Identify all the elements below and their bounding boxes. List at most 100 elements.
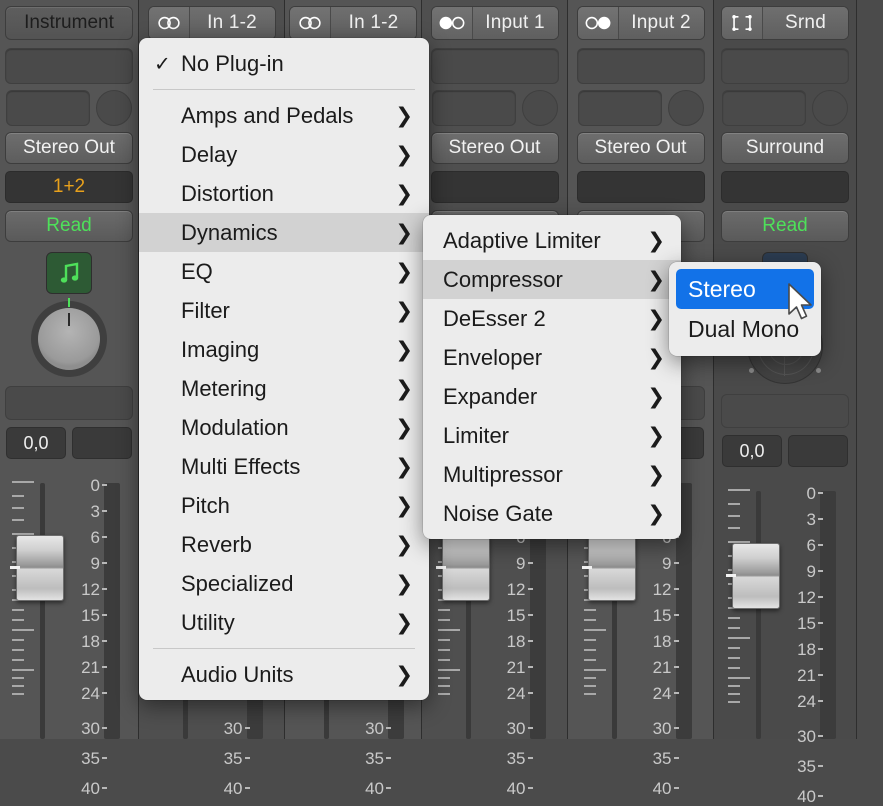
channel-strip-surround-strip[interactable]: SrndSurroundRead0,003691215182124303540 <box>714 0 857 739</box>
meter-scale-label: 35 <box>653 750 672 767</box>
menu-item[interactable]: ✓No Plug-in <box>139 44 429 83</box>
send-slot[interactable] <box>578 90 662 126</box>
meter-scale-label: 21 <box>797 667 816 684</box>
menu-item[interactable]: Filter❯ <box>139 291 429 330</box>
meter-scale-label: 12 <box>507 581 526 598</box>
stereo-circles-icon[interactable] <box>290 7 331 39</box>
output-button[interactable]: Stereo Out <box>5 132 133 164</box>
menu-item[interactable]: Amps and Pedals❯ <box>139 96 429 135</box>
display-field[interactable] <box>721 394 849 428</box>
menu-item[interactable]: Audio Units❯ <box>139 655 429 694</box>
menu-item-label: Dynamics <box>181 220 278 246</box>
menu-item[interactable]: EQ❯ <box>139 252 429 291</box>
send-level-knob[interactable] <box>668 90 704 126</box>
right-mono-circles-icon[interactable] <box>578 7 619 39</box>
group-button[interactable] <box>431 171 559 203</box>
volume-fader[interactable] <box>726 483 782 739</box>
group-button[interactable] <box>577 171 705 203</box>
insert-slot[interactable] <box>431 48 559 84</box>
send-slot[interactable] <box>432 90 516 126</box>
meter-scale-label: 15 <box>653 607 672 624</box>
insert-slot[interactable] <box>721 48 849 84</box>
menu-item[interactable]: Expander❯ <box>423 377 681 416</box>
output-button[interactable]: Stereo Out <box>431 132 559 164</box>
chevron-right-icon: ❯ <box>395 495 413 516</box>
menu-item[interactable]: Compressor❯ <box>423 260 681 299</box>
compressor-format-menu[interactable]: StereoDual Mono <box>669 262 821 356</box>
channel-strip-instrument-strip[interactable]: Instrument Stereo Out 1+2 Read 0,00369121518… <box>0 0 139 739</box>
pan-value-field[interactable]: 0,0 <box>722 435 782 467</box>
menu-item[interactable]: Dynamics❯ <box>139 213 429 252</box>
menu-item[interactable]: Specialized❯ <box>139 564 429 603</box>
level-meter: 03691215182124303540 <box>66 475 128 739</box>
midi-note-icon[interactable] <box>46 252 92 294</box>
send-level-knob[interactable] <box>812 90 848 126</box>
menu-item[interactable]: Adaptive Limiter❯ <box>423 221 681 260</box>
menu-item-label: Compressor <box>443 267 563 293</box>
channel-io-button[interactable]: In 1-2 <box>289 6 417 40</box>
menu-item[interactable]: Modulation❯ <box>139 408 429 447</box>
insert-slot[interactable] <box>5 48 133 84</box>
automation-mode-button[interactable]: Read <box>721 210 849 242</box>
send-level-knob[interactable] <box>522 90 558 126</box>
fader-handle[interactable] <box>588 535 636 601</box>
menu-item[interactable]: Stereo <box>676 269 814 309</box>
meter-scale-label: 0 <box>807 485 816 502</box>
menu-item[interactable]: Multipressor❯ <box>423 455 681 494</box>
volume-fader[interactable] <box>10 475 66 739</box>
meter-scale-label: 35 <box>797 758 816 775</box>
fader-track[interactable] <box>40 483 45 739</box>
insert-slot[interactable] <box>577 48 705 84</box>
menu-item[interactable]: Limiter❯ <box>423 416 681 455</box>
automation-mode-button[interactable]: Read <box>5 210 133 242</box>
channel-io-button[interactable]: Srnd <box>721 6 849 40</box>
channel-io-button[interactable]: Instrument <box>5 6 133 40</box>
menu-item[interactable]: Distortion❯ <box>139 174 429 213</box>
send-level-knob[interactable] <box>96 90 132 126</box>
send-slot[interactable] <box>722 90 806 126</box>
meter-scale-label: 24 <box>507 685 526 702</box>
meter-scale-label: 24 <box>797 693 816 710</box>
menu-item[interactable]: Multi Effects❯ <box>139 447 429 486</box>
menu-item[interactable]: Imaging❯ <box>139 330 429 369</box>
fader-track[interactable] <box>756 491 761 739</box>
menu-separator <box>153 648 415 649</box>
chevron-right-icon: ❯ <box>395 300 413 321</box>
meter-scale-label: 9 <box>516 555 525 572</box>
left-mono-circles-icon[interactable] <box>432 7 473 39</box>
group-button[interactable]: 1+2 <box>5 171 133 203</box>
fader-handle[interactable] <box>732 543 780 609</box>
meter-scale-label: 21 <box>507 659 526 676</box>
pan-knob[interactable] <box>38 308 100 370</box>
menu-item[interactable]: Utility❯ <box>139 603 429 642</box>
secondary-value-field[interactable] <box>72 427 132 459</box>
menu-item[interactable]: Pitch❯ <box>139 486 429 525</box>
channel-io-button[interactable]: Input 1 <box>431 6 559 40</box>
plugin-category-menu[interactable]: ✓No Plug-in Amps and Pedals❯Delay❯Distort… <box>139 38 429 700</box>
menu-item[interactable]: Enveloper❯ <box>423 338 681 377</box>
meter-scale-label: 9 <box>807 563 816 580</box>
menu-item-label: Utility <box>181 610 235 636</box>
menu-item[interactable]: Delay❯ <box>139 135 429 174</box>
menu-item[interactable]: Noise Gate❯ <box>423 494 681 533</box>
send-slot[interactable] <box>6 90 90 126</box>
menu-item[interactable]: Reverb❯ <box>139 525 429 564</box>
secondary-value-field[interactable] <box>788 435 848 467</box>
channel-io-button[interactable]: In 1-2 <box>148 6 276 40</box>
group-button[interactable] <box>721 171 849 203</box>
fader-handle[interactable] <box>442 535 490 601</box>
output-button[interactable]: Stereo Out <box>577 132 705 164</box>
menu-item[interactable]: DeEsser 2❯ <box>423 299 681 338</box>
channel-io-button[interactable]: Input 2 <box>577 6 705 40</box>
menu-item-label: Noise Gate <box>443 501 553 527</box>
fader-handle[interactable] <box>16 535 64 601</box>
pan-value-field[interactable]: 0,0 <box>6 427 66 459</box>
surround-bracket-icon[interactable] <box>722 7 763 39</box>
menu-item[interactable]: Dual Mono <box>676 309 814 349</box>
stereo-circles-icon[interactable] <box>149 7 190 39</box>
dynamics-plugin-menu[interactable]: Adaptive Limiter❯Compressor❯DeEsser 2❯En… <box>423 215 681 539</box>
menu-item[interactable]: Metering❯ <box>139 369 429 408</box>
meter-scale-label: 18 <box>797 641 816 658</box>
output-button[interactable]: Surround <box>721 132 849 164</box>
display-field[interactable] <box>5 386 133 420</box>
